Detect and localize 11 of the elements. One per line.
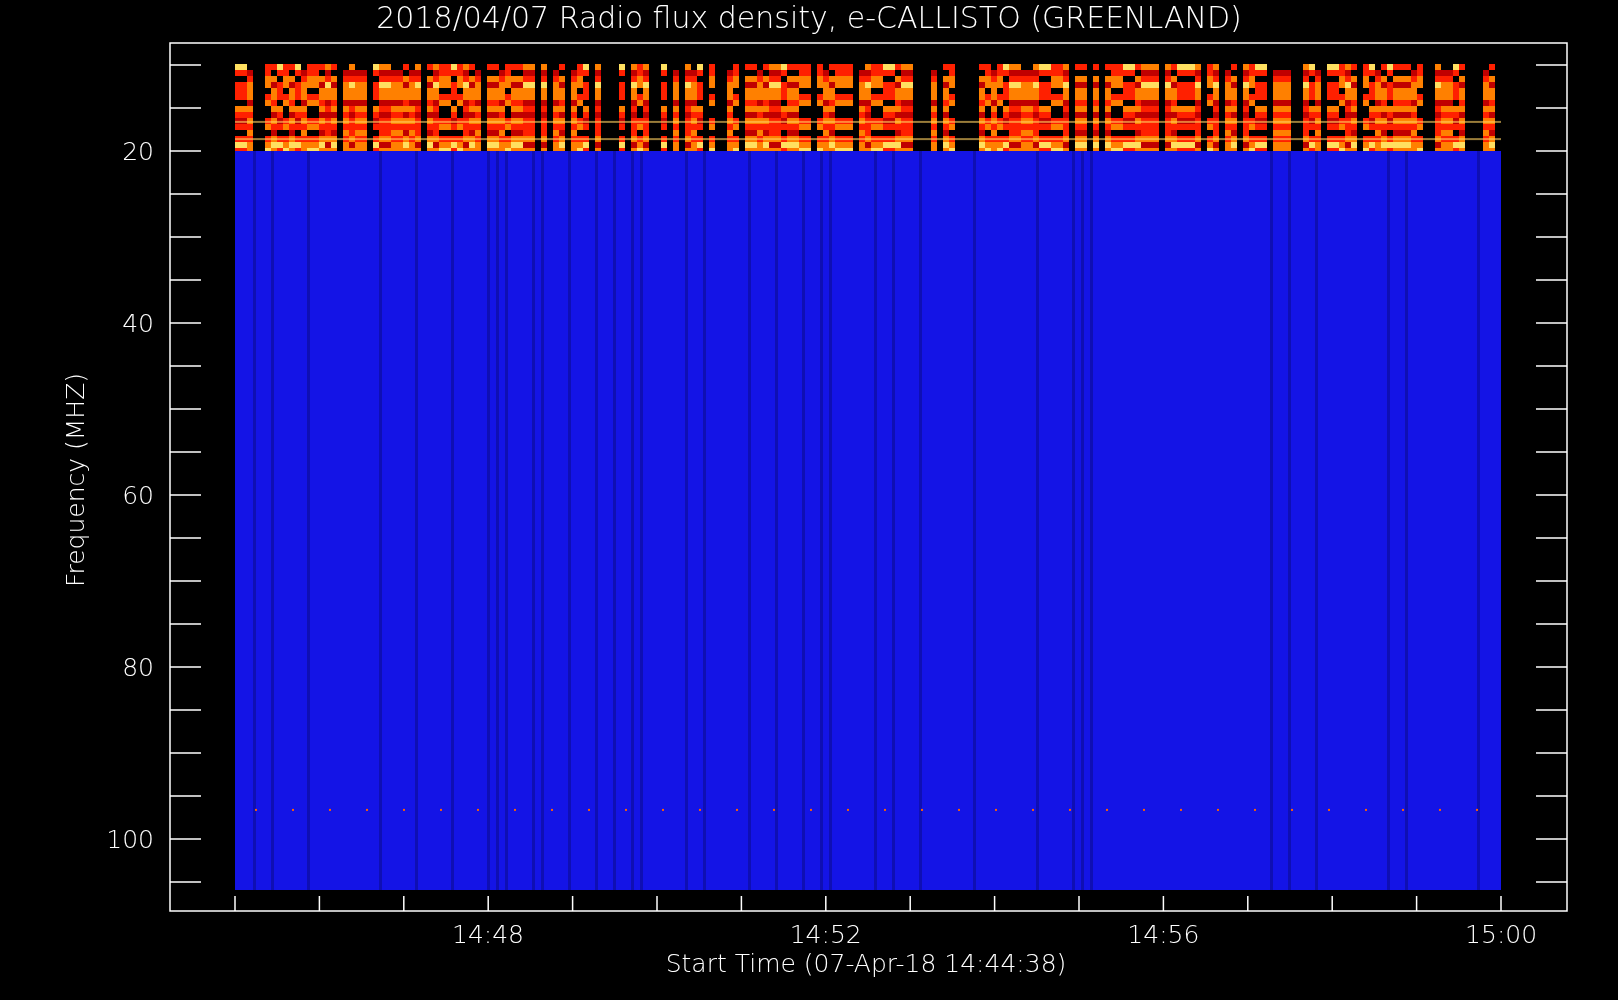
y-tick-label: 40	[121, 308, 154, 338]
y-tick-label: 80	[121, 652, 154, 682]
y-axis-label: Frequency (MHZ)	[60, 372, 90, 588]
x-tick-label: 14:56	[1127, 920, 1200, 949]
x-axis-label: Start Time (07-Apr-18 14:44:38)	[665, 949, 1067, 978]
x-tick-label: 14:52	[789, 920, 862, 949]
x-tick-label: 14:48	[452, 920, 524, 949]
y-tick-label: 20	[121, 136, 154, 166]
x-tick-label: 15:00	[1465, 920, 1538, 949]
chart-title: 2018/04/07 Radio flux density, e-CALLISTO (GREENLAND)	[375, 0, 1243, 35]
y-tick-label: 100	[105, 824, 154, 854]
